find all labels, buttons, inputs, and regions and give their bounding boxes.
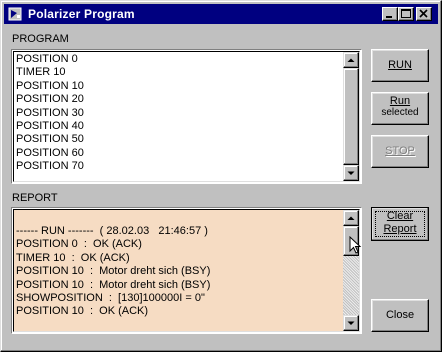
close-button[interactable]: Close bbox=[371, 299, 429, 332]
program-line[interactable]: POSITION 70 bbox=[16, 160, 84, 173]
program-line[interactable]: POSITION 20 bbox=[16, 93, 84, 106]
report-line[interactable]: TIMER 10 : OK (ACK) bbox=[16, 252, 210, 265]
program-listbox[interactable]: POSITION 0 TIMER 10 POSITION 10 POSITION 20… bbox=[11, 49, 362, 184]
program-line[interactable]: TIMER 10 bbox=[16, 66, 84, 79]
program-line[interactable]: POSITION 10 bbox=[16, 80, 84, 93]
stop-button[interactable]: STOP bbox=[371, 135, 429, 168]
report-line[interactable]: POSITION 10 : OK (ACK) bbox=[16, 305, 210, 318]
report-scrollbar[interactable] bbox=[343, 210, 359, 331]
program-line[interactable]: POSITION 0 bbox=[16, 53, 84, 66]
program-lines: POSITION 0 TIMER 10 POSITION 10 POSITION 20… bbox=[16, 53, 84, 174]
report-line[interactable]: POSITION 10 : Motor dreht sich (BSY) bbox=[16, 265, 210, 278]
polarizer-window: Polarizer Program PROGRAM POSITION 0 TIME… bbox=[0, 0, 442, 352]
run-button[interactable]: RUN bbox=[371, 49, 429, 82]
arrow-up-icon bbox=[347, 58, 355, 62]
maximize-icon bbox=[401, 9, 411, 18]
report-line[interactable]: SHOWPOSITION : [130]100000I = 0" bbox=[16, 292, 210, 305]
program-line[interactable]: POSITION 60 bbox=[16, 147, 84, 160]
report-label: REPORT bbox=[12, 192, 58, 204]
report-line[interactable]: POSITION 10 : Motor dreht sich (BSY) bbox=[16, 279, 210, 292]
program-scrollbar[interactable] bbox=[343, 52, 359, 181]
clear-report-button[interactable]: Clear Report bbox=[371, 207, 429, 241]
minimize-button[interactable] bbox=[382, 7, 398, 21]
window-title: Polarizer Program bbox=[28, 7, 135, 21]
program-line[interactable]: POSITION 30 bbox=[16, 107, 84, 120]
report-line[interactable]: ------ RUN ------- ( 28.02.03 21:46:57 ) bbox=[16, 225, 210, 238]
arrow-down-icon bbox=[347, 171, 355, 175]
app-icon bbox=[8, 7, 22, 21]
close-window-button[interactable] bbox=[416, 7, 432, 21]
report-line[interactable]: POSITION 0 : OK (ACK) bbox=[16, 238, 210, 251]
scroll-down-button[interactable] bbox=[343, 165, 359, 181]
run-selected-button[interactable]: Run selected bbox=[371, 92, 429, 125]
minimize-icon bbox=[386, 16, 392, 18]
scroll-thumb[interactable] bbox=[343, 68, 359, 165]
scroll-down-button[interactable] bbox=[343, 315, 359, 331]
mouse-cursor-icon bbox=[349, 236, 362, 254]
arrow-down-icon bbox=[347, 321, 355, 325]
arrow-up-icon bbox=[347, 216, 355, 220]
report-lines: ------ RUN ------- ( 28.02.03 21:46:57 )… bbox=[16, 225, 210, 319]
program-label: PROGRAM bbox=[12, 33, 69, 45]
close-icon bbox=[419, 9, 428, 18]
scroll-up-button[interactable] bbox=[343, 210, 359, 226]
title-bar[interactable]: Polarizer Program bbox=[4, 4, 438, 24]
maximize-button[interactable] bbox=[398, 7, 414, 21]
program-line[interactable]: POSITION 50 bbox=[16, 133, 84, 146]
scroll-up-button[interactable] bbox=[343, 52, 359, 68]
program-line[interactable]: POSITION 40 bbox=[16, 120, 84, 133]
report-listbox[interactable]: ------ RUN ------- ( 28.02.03 21:46:57 )… bbox=[11, 207, 362, 334]
